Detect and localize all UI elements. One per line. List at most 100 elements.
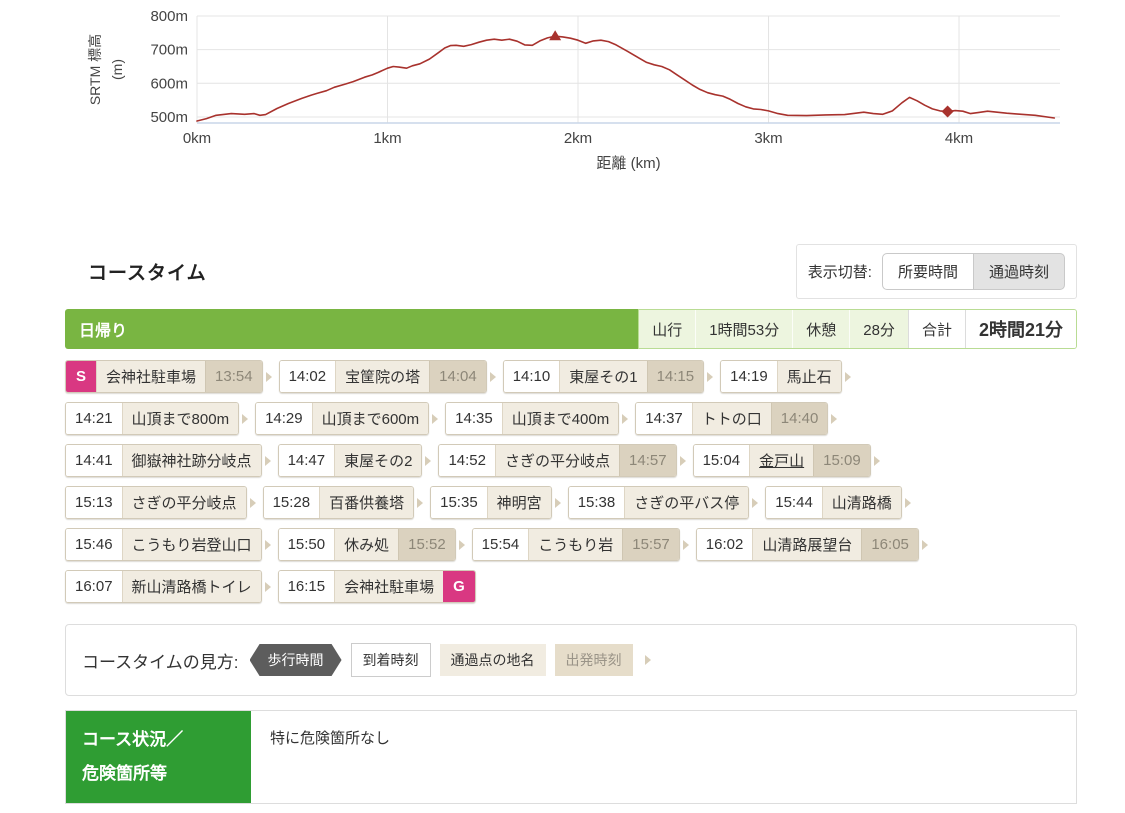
place-name[interactable]: 金戸山 [749,445,813,476]
elevation-line [197,36,1054,121]
place-name: 山清路橋 [822,487,901,518]
chip-arrow-icon [752,498,758,508]
place-name: さぎの平分岐点 [495,445,619,476]
place-name: 御嶽神社跡分岐点 [122,445,261,476]
course-chip: S会神社駐車場13:54 [65,360,263,393]
chip-arrow-icon [265,456,271,466]
start-badge: S [66,361,96,392]
chip-arrow-icon [905,498,911,508]
arrival-time: 16:15 [279,571,335,602]
chip-arrow-icon [265,582,271,592]
course-chip: 14:47東屋その2 [278,444,423,477]
course-time-row: 14:41御嶽神社跡分岐点 14:47東屋その2 14:52さぎの平分岐点14:57… [65,444,1077,477]
place-name: こうもり岩 [528,529,622,560]
place-name: 東屋その2 [334,445,421,476]
departure-time: 14:04 [429,361,486,392]
course-chip: 15:46こうもり岩登山口 [65,528,262,561]
place-name: 山頂まで600m [312,403,429,434]
display-toggle: 表示切替: 所要時間通過時刻 [796,244,1077,299]
chip-arrow-icon [683,540,689,550]
course-chip: 15:35神明宮 [430,486,552,519]
toggle-passing-time-button[interactable]: 通過時刻 [973,253,1065,290]
toggle-required-time-button[interactable]: 所要時間 [882,253,974,290]
course-chip: 14:29山頂まで600m [255,402,429,435]
waypoint-marker-icon [942,106,954,118]
course-chip: 14:35山頂まで400m [445,402,619,435]
place-name: さぎの平分岐点 [122,487,246,518]
course-time-row: 15:13さぎの平分岐点 15:28百番供養塔 15:35神明宮 15:38さぎの平バ… [65,486,1077,519]
arrival-time: 15:28 [264,487,320,518]
x-tick-label: 2km [564,130,592,147]
legend-arrival-time-badge: 到着時刻 [351,643,431,677]
chip-arrow-icon [266,372,272,382]
course-chip: 14:41御嶽神社跡分岐点 [65,444,262,477]
course-time-section: コースタイム 表示切替: 所要時間通過時刻 日帰り 山行 1時間53分 休憩 2… [65,244,1077,804]
arrival-time: 15:46 [66,529,122,560]
course-chip: 14:02宝筐院の塔14:04 [279,360,487,393]
chip-arrow-icon [417,498,423,508]
goal-badge: G [443,571,475,602]
chip-arrow-icon [680,456,686,466]
departure-time: 15:57 [622,529,679,560]
arrival-time: 15:35 [431,487,487,518]
course-time-row: 16:07新山清路橋トイレ 16:15会神社駐車場G [65,570,1077,603]
summary-total-label: 合計 [908,310,965,348]
summary-rest-label: 休憩 [792,310,849,348]
legend-place-name-badge: 通過点の地名 [440,644,546,676]
day-trip-label: 日帰り [65,309,638,349]
course-chip: 16:15会神社駐車場G [278,570,476,603]
arrival-time: 15:50 [279,529,335,560]
arrival-time: 14:52 [439,445,495,476]
arrival-time: 14:29 [256,403,312,434]
chip-arrow-icon [490,372,496,382]
course-chip: 15:28百番供養塔 [263,486,415,519]
place-name: 東屋その1 [559,361,646,392]
place-name: 新山清路橋トイレ [122,571,261,602]
place-name: さぎの平バス停 [624,487,748,518]
time-summary: 山行 1時間53分 休憩 28分 合計 2時間21分 [638,309,1077,349]
arrival-time: 14:37 [636,403,692,434]
chip-arrow-icon [622,414,628,424]
course-time-row: 14:21山頂まで800m14:29山頂まで600m14:35山頂まで400m1… [65,402,1077,435]
course-status-label: コース状況／ 危険箇所等 [66,711,251,803]
course-time-legend: コースタイムの見方: 歩行時間 到着時刻 通過点の地名 出発時刻 [65,624,1077,696]
place-name: 山頂まで400m [502,403,619,434]
departure-time: 15:52 [398,529,455,560]
place-name: 会神社駐車場 [96,361,205,392]
arrival-time: 16:02 [697,529,753,560]
departure-time: 14:40 [771,403,828,434]
course-chip: 15:13さぎの平分岐点 [65,486,247,519]
chip-arrow-icon [265,540,271,550]
arrival-time: 14:19 [721,361,777,392]
place-name: こうもり岩登山口 [122,529,261,560]
day-summary-row: 日帰り 山行 1時間53分 休憩 28分 合計 2時間21分 [65,309,1077,349]
departure-time: 14:15 [647,361,704,392]
place-name: 神明宮 [487,487,551,518]
course-chip: 15:38さぎの平バス停 [568,486,750,519]
peak-marker-icon [549,30,561,40]
arrival-time: 15:38 [569,487,625,518]
y-axis-label-unit: (m) [109,59,125,80]
place-name: 百番供養塔 [319,487,413,518]
arrival-time: 16:07 [66,571,122,602]
summary-walk-value: 1時間53分 [695,310,792,348]
x-tick-label: 0km [183,130,211,147]
toggle-label: 表示切替: [808,261,872,282]
chip-arrow-icon [922,540,928,550]
toggle-buttons: 所要時間通過時刻 [882,253,1065,290]
chip-arrow-icon [645,655,651,665]
course-chip: 15:44山清路橋 [765,486,902,519]
course-time-rows: S会神社駐車場13:5414:02宝筐院の塔14:0414:10東屋その114:… [65,360,1077,603]
arrival-time: 14:02 [280,361,336,392]
course-chip: 15:04金戸山15:09 [693,444,871,477]
x-tick-label: 4km [945,130,973,147]
page-title: コースタイム [65,244,207,285]
place-name: 宝筐院の塔 [335,361,429,392]
y-axis-label: SRTM 標高 [87,34,103,105]
arrival-time: 14:21 [66,403,122,434]
x-axis-label: 距離 (km) [596,154,660,172]
departure-time: 14:57 [619,445,676,476]
course-chip: 16:02山清路展望台16:05 [696,528,919,561]
departure-time: 13:54 [205,361,262,392]
course-chip: 14:37トトの口14:40 [635,402,828,435]
